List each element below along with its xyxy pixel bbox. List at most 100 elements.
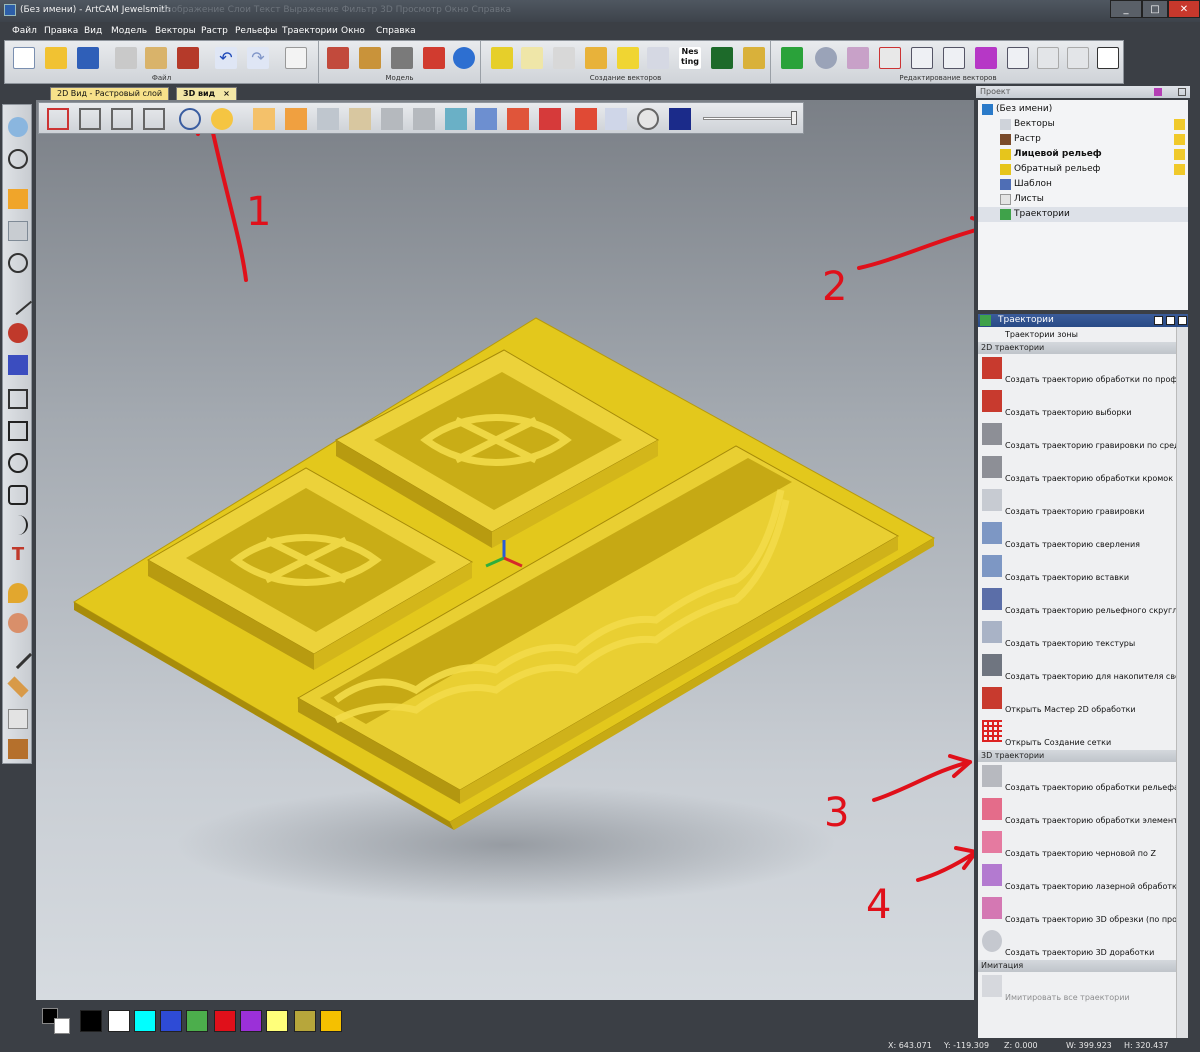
- toolpath-item-drill[interactable]: Создать траекторию сверления: [978, 519, 1176, 552]
- palette-swatch-blue[interactable]: [160, 1010, 182, 1032]
- transparency-slider[interactable]: [703, 117, 795, 120]
- sculpt-icon[interactable]: [8, 613, 28, 633]
- menu-edit[interactable]: Правка: [44, 26, 78, 36]
- toolpath-item-relief-fillet[interactable]: Создать траекторию рельефного скругления: [978, 585, 1176, 618]
- menu-view[interactable]: Вид: [84, 26, 102, 36]
- brush-icon[interactable]: [8, 355, 28, 375]
- toolpath-item-machine-relief[interactable]: Создать траекторию обработки рельефа: [978, 762, 1176, 795]
- palette-swatch-red[interactable]: [214, 1010, 236, 1032]
- toolpath-item-texture[interactable]: Создать траекторию текстуры: [978, 618, 1176, 651]
- gear-icon[interactable]: [637, 108, 659, 130]
- model-position-icon[interactable]: [423, 47, 445, 69]
- draw-vectors-3d-icon[interactable]: [317, 108, 339, 130]
- polygon-tool-icon[interactable]: [8, 485, 28, 505]
- text-on-curve-icon[interactable]: [711, 47, 733, 69]
- menu-raster[interactable]: Растр: [201, 26, 228, 36]
- globe-view-icon[interactable]: [8, 149, 28, 169]
- cut-icon[interactable]: [115, 47, 137, 69]
- model-resolution-icon[interactable]: [359, 47, 381, 69]
- star-icon[interactable]: [475, 108, 497, 130]
- axes-icon[interactable]: [285, 108, 307, 130]
- shaded-relief-icon[interactable]: [413, 108, 435, 130]
- paste-icon[interactable]: [177, 47, 199, 69]
- tree-node-front-relief[interactable]: Лицевой рельеф: [978, 147, 1188, 162]
- panel-close-icon[interactable]: [1178, 88, 1186, 96]
- minimize-button[interactable]: _: [1110, 0, 1142, 18]
- texture-relief-icon[interactable]: [445, 108, 467, 130]
- line-tool-icon[interactable]: [3, 286, 33, 316]
- create-polyline-icon[interactable]: [491, 47, 513, 69]
- toolpath-item-laser[interactable]: Создать траекторию лазерной обработки: [978, 861, 1176, 894]
- copy-icon[interactable]: [145, 47, 167, 69]
- zoom-in-icon[interactable]: [179, 108, 201, 130]
- section-2d-toolpaths[interactable]: 2D траектории: [978, 342, 1176, 354]
- toolpath-item-3d-rest[interactable]: Создать траекторию 3D доработки: [978, 927, 1176, 960]
- palette-swatch-purple[interactable]: [240, 1010, 262, 1032]
- toolpath-item-z-rough[interactable]: Создать траекторию черновой по Z: [978, 828, 1176, 861]
- tab-3d-view[interactable]: 3D вид ×: [176, 87, 237, 100]
- section-simulation[interactable]: Имитация: [978, 960, 1176, 972]
- maximize-button[interactable]: □: [1142, 0, 1168, 18]
- palette-swatch-gold[interactable]: [320, 1010, 342, 1032]
- menu-vectors[interactable]: Векторы: [155, 26, 196, 36]
- pencil-icon[interactable]: [7, 676, 29, 698]
- smooth-relief-icon[interactable]: [8, 583, 28, 603]
- tree-node-vectors[interactable]: Векторы: [978, 117, 1188, 132]
- vector-merge-icon[interactable]: [815, 47, 837, 69]
- panel-collapse-icon[interactable]: [1178, 316, 1187, 325]
- visibility-bulb-icon[interactable]: [1174, 164, 1185, 175]
- menu-toolpaths[interactable]: Траектории: [282, 26, 338, 36]
- vector-join-icon[interactable]: [1007, 47, 1029, 69]
- palette-swatch-white[interactable]: [108, 1010, 130, 1032]
- 3d-viewport[interactable]: 1 2 3 4: [36, 100, 974, 1000]
- circle-tool-icon[interactable]: [8, 453, 28, 473]
- grey-relief-icon[interactable]: [381, 108, 403, 130]
- pin-icon[interactable]: [1154, 88, 1162, 96]
- close-button[interactable]: ✕: [1168, 0, 1200, 18]
- tree-node-sheets[interactable]: Листы: [978, 192, 1188, 207]
- notes-icon[interactable]: [285, 47, 307, 69]
- undo-icon[interactable]: ↶: [215, 47, 237, 69]
- palette-swatch-cyan[interactable]: [134, 1010, 156, 1032]
- raster-3d-icon[interactable]: [349, 108, 371, 130]
- side-view-icon[interactable]: [111, 108, 133, 130]
- model-globe-icon[interactable]: [453, 47, 475, 69]
- light-icon[interactable]: [211, 108, 233, 130]
- menu-help[interactable]: Справка: [376, 26, 416, 36]
- visibility-bulb-icon[interactable]: [1174, 149, 1185, 160]
- polyline-tool-icon[interactable]: [8, 389, 28, 409]
- toolpath-item-profile[interactable]: Создать траекторию обработки по профилю: [978, 354, 1176, 387]
- vector-rotate-icon[interactable]: [1037, 47, 1059, 69]
- visibility-bulb-icon[interactable]: [1174, 134, 1185, 145]
- menu-file[interactable]: Файл: [12, 26, 37, 36]
- menu-reliefs[interactable]: Рельефы: [235, 26, 277, 36]
- tree-node-raster[interactable]: Растр: [978, 132, 1188, 147]
- palette-swatch-green[interactable]: [186, 1010, 208, 1032]
- nesting-icon[interactable]: Nes ting: [679, 47, 701, 69]
- arc-tool-icon[interactable]: [8, 515, 28, 535]
- redo-icon[interactable]: ↷: [247, 47, 269, 69]
- panel-pin-icon[interactable]: [1154, 316, 1163, 325]
- select-arrow-icon[interactable]: [8, 189, 28, 209]
- panel-menu-icon[interactable]: [1166, 316, 1175, 325]
- transparency-slider-handle[interactable]: [791, 111, 797, 125]
- color-diamond-icon[interactable]: [669, 108, 691, 130]
- stamp-icon[interactable]: [8, 739, 28, 759]
- tree-node-toolpaths[interactable]: Траектории: [978, 207, 1188, 222]
- menu-model[interactable]: Модель: [111, 26, 147, 36]
- toolpath-item-simulate-all[interactable]: Имитировать все траектории: [978, 972, 1176, 1005]
- vector-shape-icon[interactable]: [617, 47, 639, 69]
- vector-offset-icon[interactable]: [911, 47, 933, 69]
- tree-node-template[interactable]: Шаблон: [978, 177, 1188, 192]
- vector-align-icon[interactable]: [1097, 47, 1119, 69]
- menu-window[interactable]: Окно: [341, 26, 365, 36]
- toolpath-item-bevel[interactable]: Создать траекторию обработки кромок: [978, 453, 1176, 486]
- eraser-icon[interactable]: [8, 709, 28, 729]
- material-icon[interactable]: [539, 108, 561, 130]
- vector-transform-icon[interactable]: [975, 47, 997, 69]
- model-size-icon[interactable]: [327, 47, 349, 69]
- toolpath-item-area-clearance[interactable]: Создать траекторию выборки: [978, 387, 1176, 420]
- section-3d-toolpaths[interactable]: 3D траектории: [978, 750, 1176, 762]
- open-file-icon[interactable]: [45, 47, 67, 69]
- vector-wave-icon[interactable]: [879, 47, 901, 69]
